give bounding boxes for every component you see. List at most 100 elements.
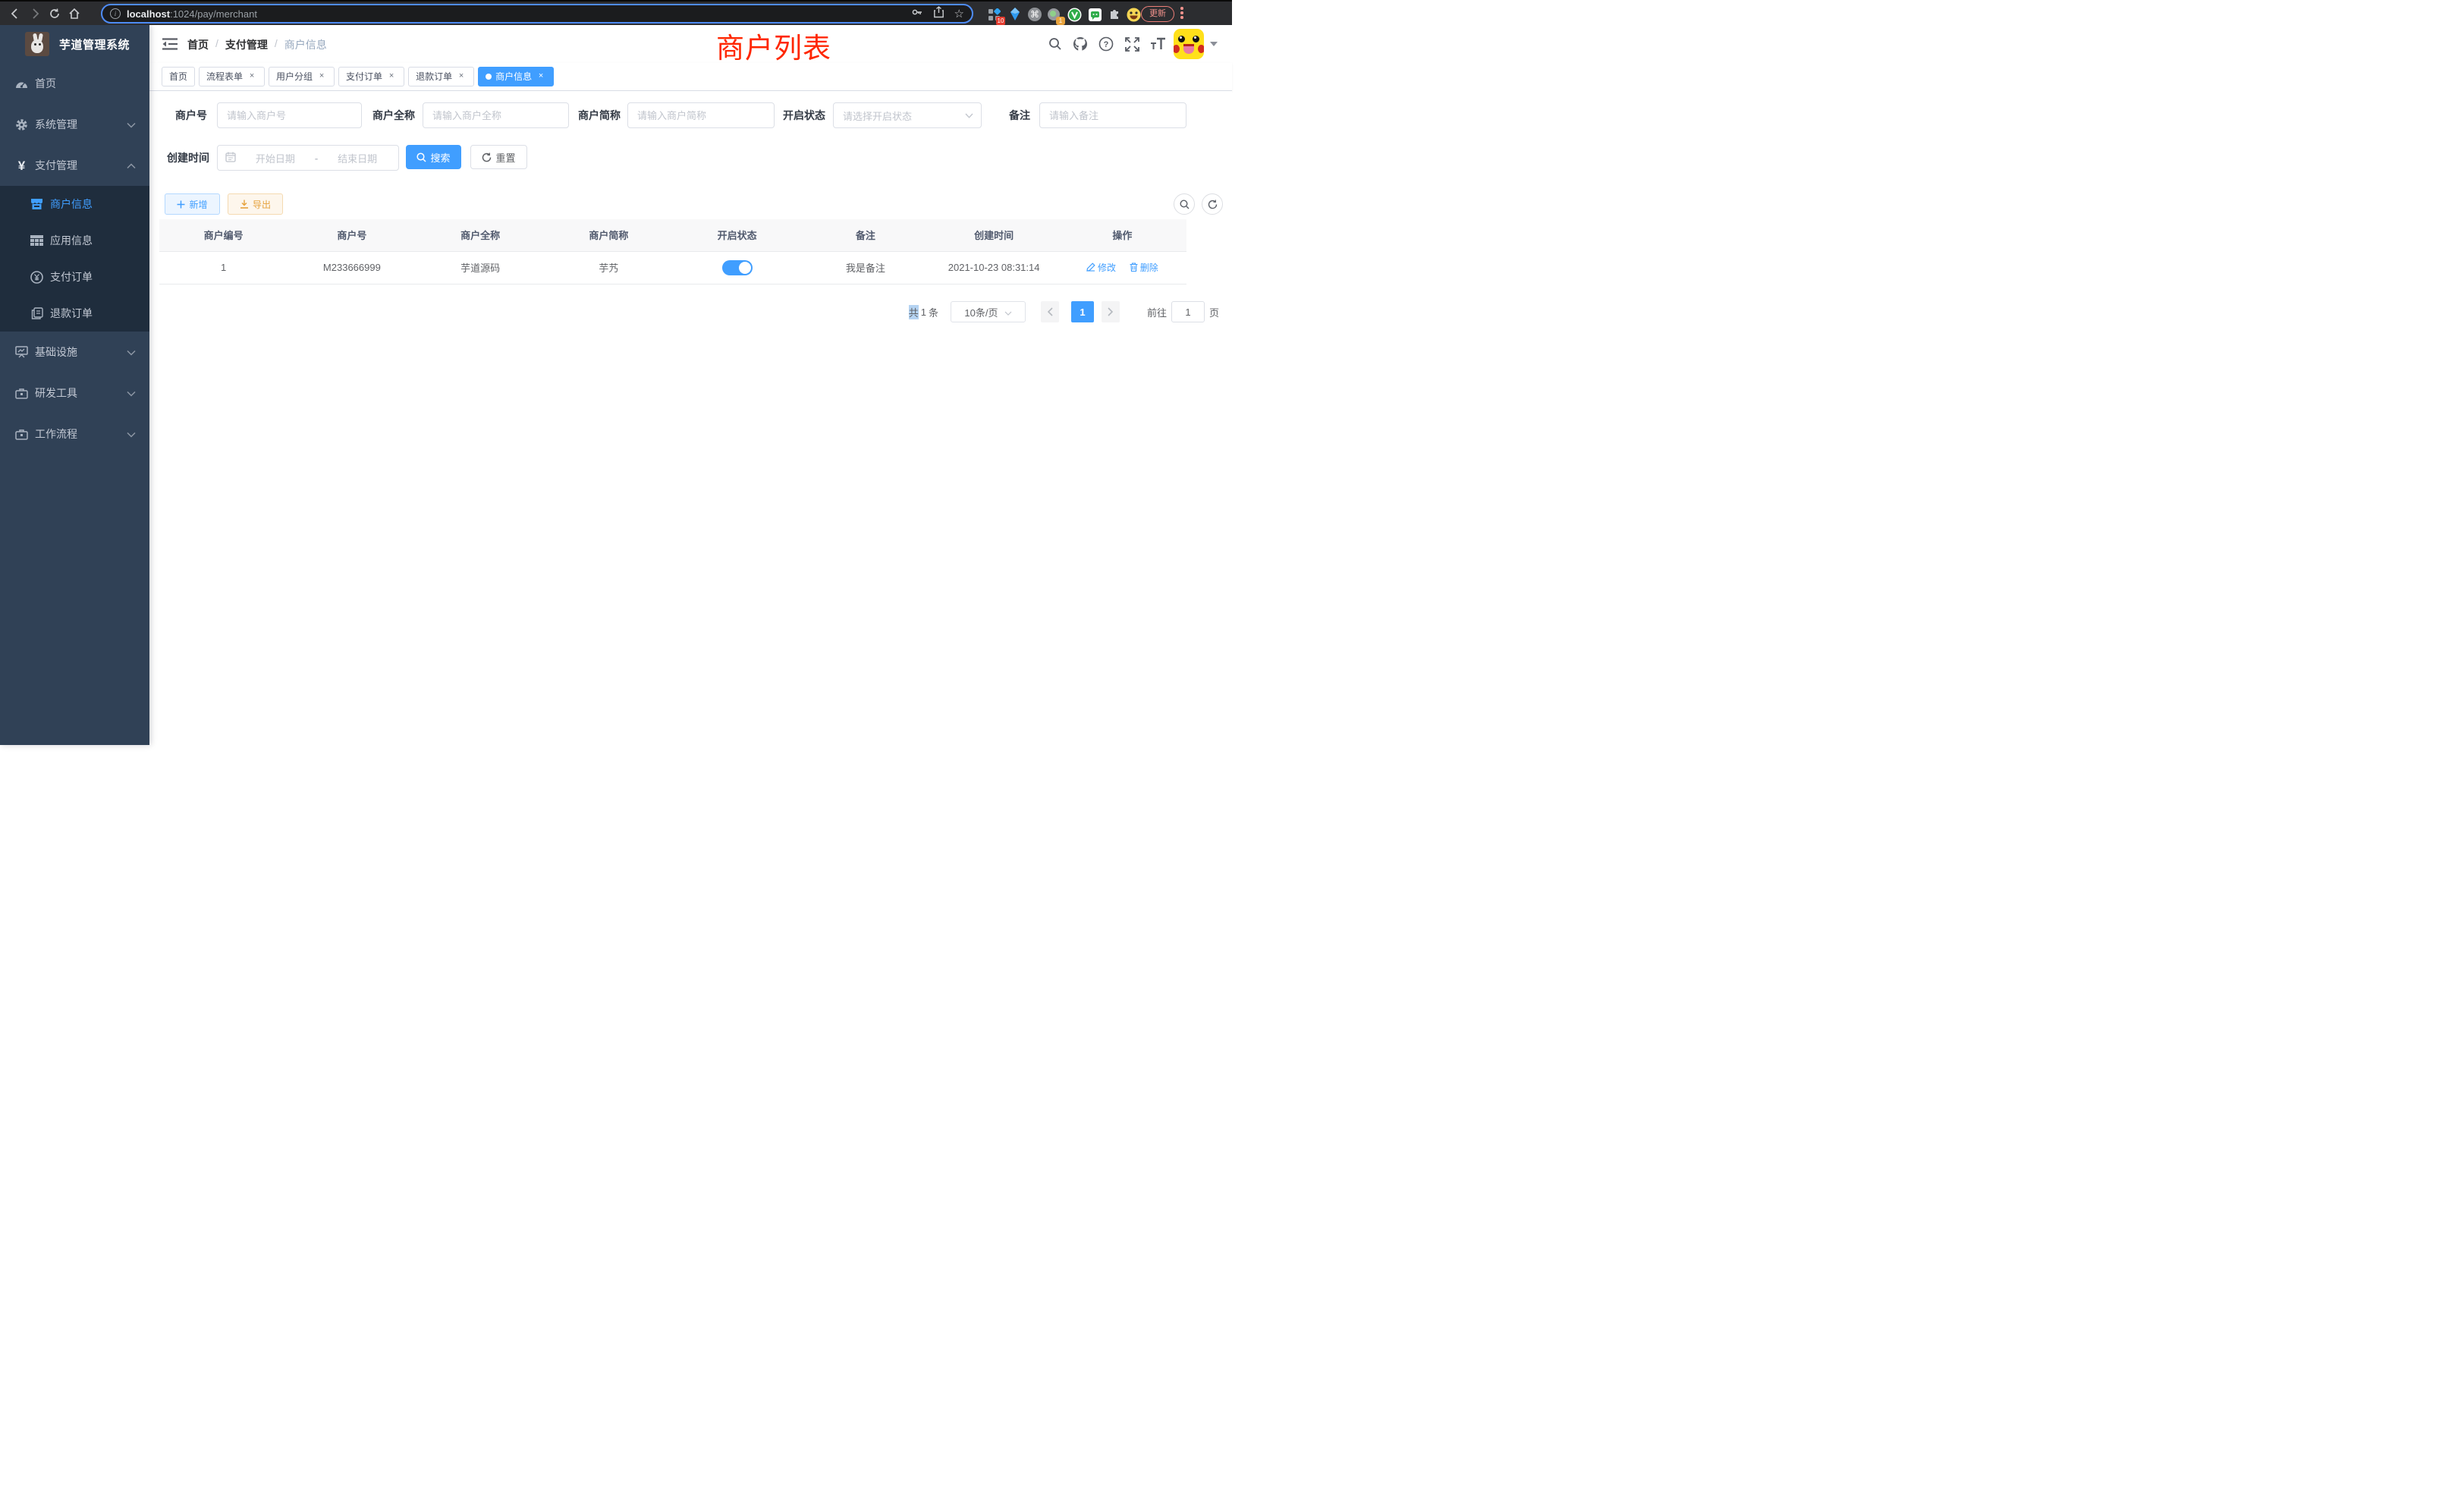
cell-remark: 我是备注: [801, 251, 929, 284]
refresh-icon: [482, 152, 492, 162]
user-avatar[interactable]: [1174, 29, 1204, 59]
prev-page-button[interactable]: [1041, 301, 1059, 322]
pagination: 共 1 条 10条/页 1 前往 页: [149, 301, 1219, 322]
status-select[interactable]: 请选择开启状态: [833, 102, 982, 128]
sidebar-item-label: 支付管理: [35, 158, 77, 173]
show-search-toggle-button[interactable]: [1174, 193, 1195, 215]
fullscreen-icon[interactable]: [1124, 36, 1140, 52]
app-title: 芋道管理系统: [59, 36, 130, 52]
close-icon[interactable]: ×: [247, 71, 257, 82]
close-icon[interactable]: ×: [456, 71, 467, 82]
sidebar-item-infrastructure[interactable]: 基础设施: [0, 332, 149, 372]
sidebar: 芋道管理系统 首页 系统管理 ¥ 支付管理 商户信息: [0, 25, 149, 745]
page-number-button[interactable]: 1: [1071, 301, 1094, 322]
status-toggle[interactable]: [722, 260, 753, 275]
password-key-icon[interactable]: [911, 6, 923, 22]
extension-v-icon[interactable]: [1067, 7, 1082, 22]
github-icon[interactable]: [1072, 36, 1089, 52]
pagination-total: 共 1 条: [909, 305, 938, 319]
status-label: 开启状态: [781, 102, 825, 128]
coin-yen-icon: [30, 271, 43, 284]
extension-grid-icon[interactable]: 10: [986, 7, 1001, 22]
sidebar-item-refund-order[interactable]: 退款订单: [0, 295, 149, 332]
tab-process-form[interactable]: 流程表单 ×: [199, 67, 265, 86]
sidebar-item-merchant-info[interactable]: 商户信息: [0, 186, 149, 222]
browser-address-bar[interactable]: i localhost :1024/pay/merchant ☆: [101, 4, 973, 24]
close-icon[interactable]: ×: [536, 71, 546, 82]
sidebar-item-label: 退款订单: [50, 306, 93, 321]
chevron-down-icon: [127, 118, 136, 130]
browser-back-button[interactable]: [6, 5, 24, 23]
header-search-icon[interactable]: [1047, 36, 1064, 52]
browser-menu-icon[interactable]: [1180, 7, 1183, 20]
merchant-no-label: 商户号: [174, 102, 207, 128]
sidebar-item-app-info[interactable]: 应用信息: [0, 222, 149, 259]
cell-merchant-short-name: 芋艿: [545, 251, 673, 284]
add-button[interactable]: 新增: [165, 193, 220, 215]
extension-gem-icon[interactable]: [1007, 7, 1023, 22]
next-page-button[interactable]: [1102, 301, 1120, 322]
app-logo-row[interactable]: 芋道管理系统: [0, 25, 149, 63]
breadcrumb-payment[interactable]: 支付管理: [225, 37, 268, 52]
edit-link[interactable]: 修改: [1086, 261, 1116, 274]
search-button[interactable]: 搜索: [406, 145, 461, 169]
browser-reload-button[interactable]: [46, 5, 64, 23]
extension-emoji-icon[interactable]: [1126, 7, 1141, 22]
cell-status: [673, 251, 801, 284]
export-button[interactable]: 导出: [228, 193, 283, 215]
url-host: localhost: [127, 8, 170, 20]
breadcrumb-home[interactable]: 首页: [187, 37, 209, 52]
browser-forward-button[interactable]: [26, 5, 44, 23]
create-time-range-picker[interactable]: 开始日期 - 结束日期: [217, 145, 399, 171]
page-size-select[interactable]: 10条/页: [951, 301, 1026, 322]
font-size-icon[interactable]: [1149, 36, 1166, 52]
extension-chat-icon[interactable]: [1087, 7, 1102, 22]
close-icon[interactable]: ×: [386, 71, 397, 82]
sidebar-item-home[interactable]: 首页: [0, 63, 149, 104]
refresh-table-button[interactable]: [1202, 193, 1223, 215]
tab-home[interactable]: 首页: [162, 67, 195, 86]
toolbox-icon: [15, 387, 28, 400]
chevron-down-icon: [127, 387, 136, 399]
merchant-no-input[interactable]: [217, 102, 362, 128]
remark-input[interactable]: [1039, 102, 1186, 128]
help-icon[interactable]: ?: [1098, 36, 1114, 52]
sidebar-item-payment[interactable]: ¥ 支付管理: [0, 145, 149, 186]
download-icon: [240, 200, 249, 209]
delete-link[interactable]: 删除: [1130, 261, 1158, 274]
tab-user-group[interactable]: 用户分组 ×: [269, 67, 335, 86]
page-info-icon[interactable]: i: [110, 8, 121, 19]
merchant-short-name-input[interactable]: [627, 102, 775, 128]
extension-timer-icon[interactable]: 1: [1046, 7, 1061, 22]
trash-icon: [1130, 262, 1138, 272]
sidebar-item-dev-tools[interactable]: 研发工具: [0, 372, 149, 413]
extension-puzzle-icon[interactable]: [1107, 7, 1122, 22]
tab-pay-order[interactable]: 支付订单 ×: [338, 67, 404, 86]
bookmark-star-icon[interactable]: ☆: [954, 8, 964, 20]
merchant-name-input[interactable]: [423, 102, 569, 128]
sidebar-item-system[interactable]: 系统管理: [0, 104, 149, 145]
browser-toolbar: i localhost :1024/pay/merchant ☆ 10 ⌘ 1: [0, 0, 1232, 25]
col-merchant-name: 商户全称: [416, 219, 545, 251]
browser-home-button[interactable]: [65, 5, 83, 23]
sidebar-item-pay-order[interactable]: 支付订单: [0, 259, 149, 295]
merchant-name-label: 商户全称: [371, 102, 415, 128]
sidebar-item-label: 首页: [35, 76, 56, 91]
monitor-icon: [15, 346, 28, 359]
browser-update-button[interactable]: 更新: [1141, 6, 1174, 22]
close-icon[interactable]: ×: [316, 71, 327, 82]
reset-button[interactable]: 重置: [470, 145, 527, 169]
breadcrumb-merchant-info: 商户信息: [284, 37, 327, 52]
tab-refund-order[interactable]: 退款订单 ×: [408, 67, 474, 86]
goto-page-input[interactable]: [1171, 301, 1205, 322]
share-icon[interactable]: [933, 6, 944, 22]
user-menu-caret-icon[interactable]: [1210, 42, 1218, 46]
sidebar-collapse-icon[interactable]: [162, 36, 178, 52]
page-content: 商户号 商户全称 商户简称 开启状态 请选择开启状态 备注 创建时间 开始日期 …: [149, 91, 1232, 745]
tab-merchant-info[interactable]: 商户信息 ×: [478, 67, 554, 86]
sidebar-item-workflow[interactable]: 工作流程: [0, 413, 149, 454]
payment-submenu: 商户信息 应用信息 支付订单 退款订单: [0, 186, 149, 332]
col-merchant-id: 商户编号: [159, 219, 288, 251]
yen-icon: ¥: [15, 159, 28, 172]
extension-command-icon[interactable]: ⌘: [1027, 7, 1042, 22]
